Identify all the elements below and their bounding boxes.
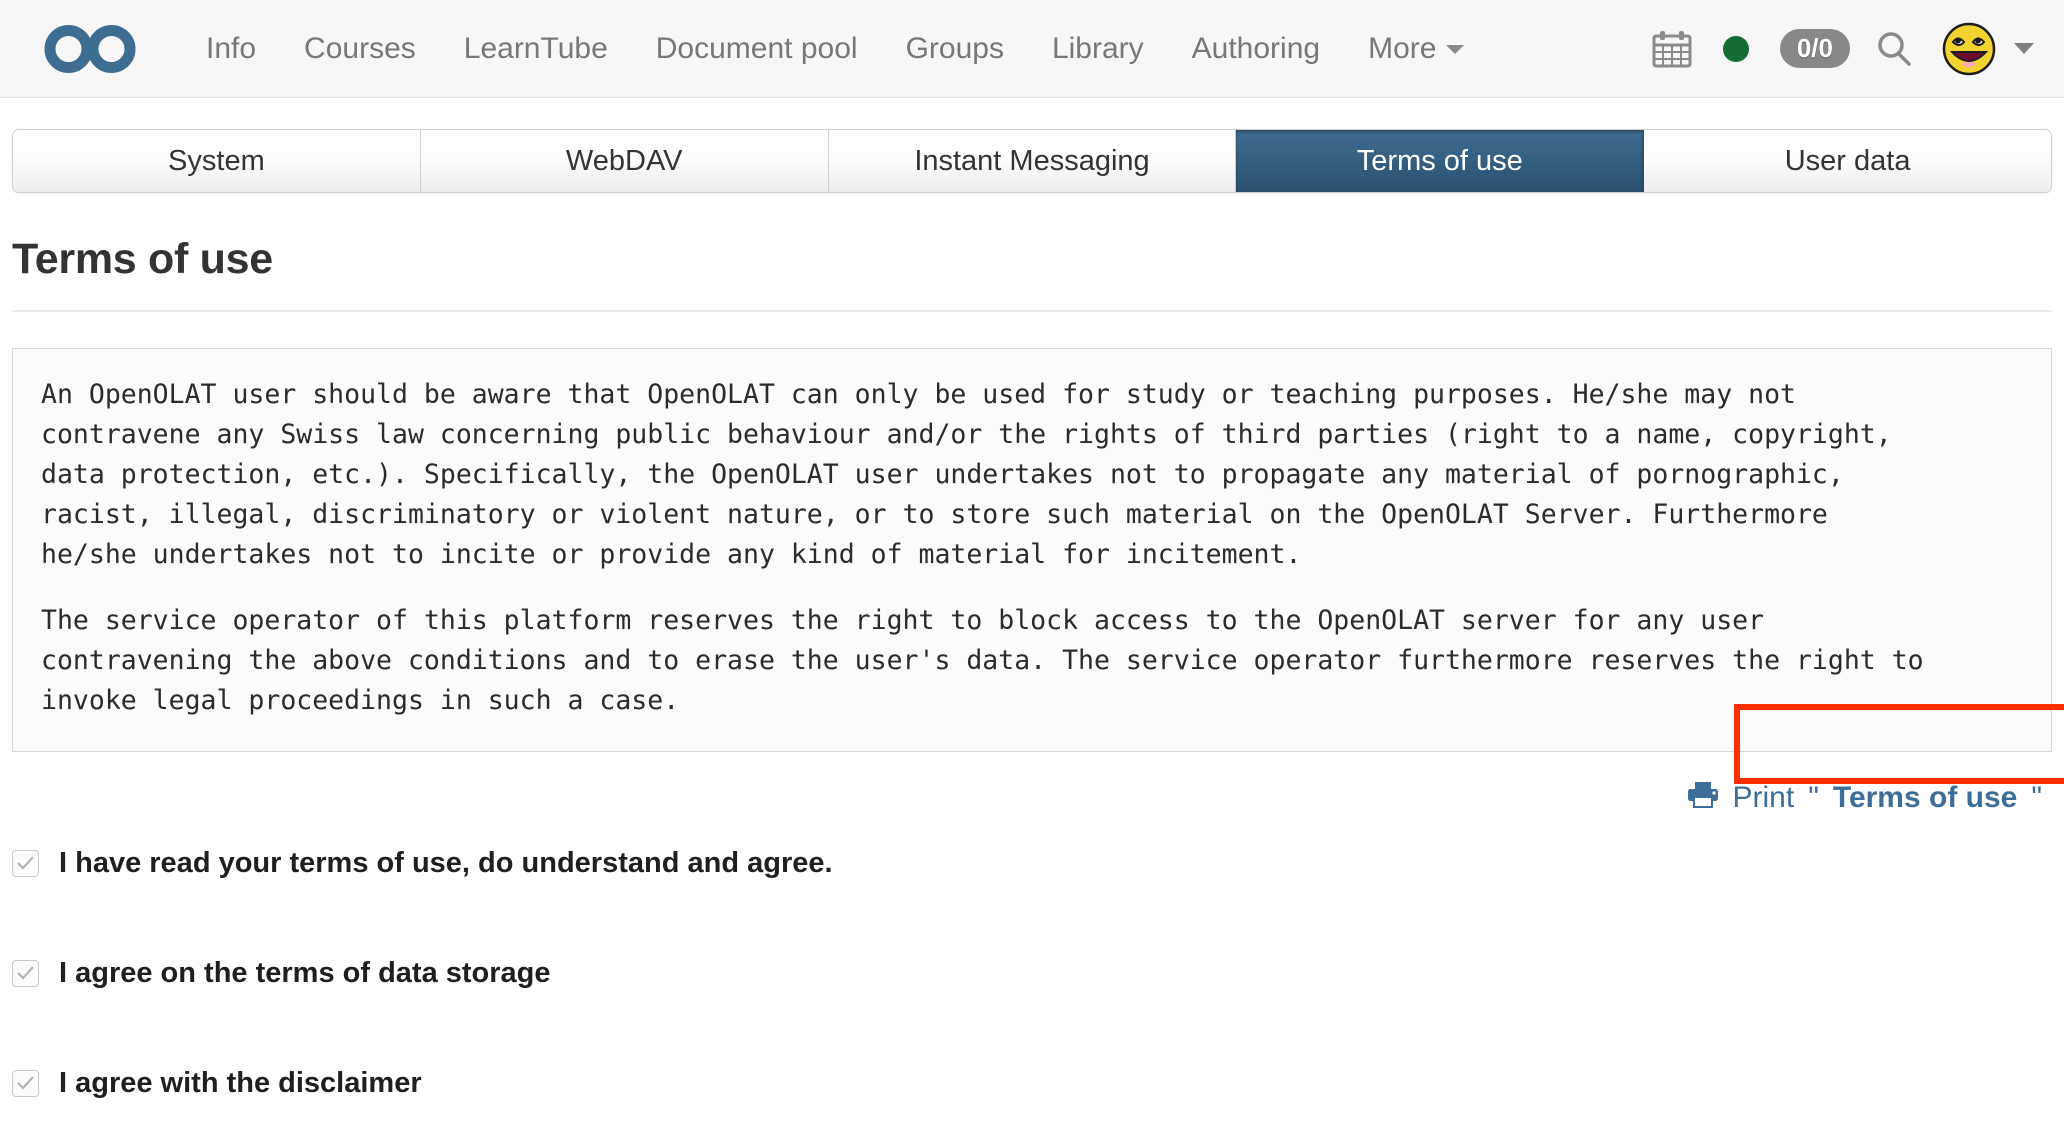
nav-item-groups[interactable]: Groups [882,33,1028,64]
tab-terms-of-use[interactable]: Terms of use [1236,130,1645,192]
nav-item-info[interactable]: Info [182,33,280,64]
print-terms-of-use-link[interactable]: Print " Terms of use " [1687,780,2042,816]
print-link-quote-open: " [1808,781,1819,814]
nav-item-more[interactable]: More [1344,31,1488,65]
terms-paragraph-2: The service operator of this platform re… [41,605,1924,716]
checkbox-row-disclaimer[interactable]: I agree with the disclaimer [12,1060,2052,1106]
terms-of-use-text-box: An OpenOLAT user should be aware that Op… [12,348,2052,752]
online-status-dot[interactable] [1704,17,1768,81]
printer-icon [1687,780,1719,816]
checkbox-terms-of-use[interactable] [12,849,39,877]
header-tools: 0/0 [1640,17,2038,81]
checkbox-label-terms-of-use: I have read your terms of use, do unders… [59,846,833,879]
page-title: Terms of use [12,235,273,283]
checkmark-icon [17,1076,34,1090]
calendar-icon[interactable] [1640,17,1704,81]
nav-item-document-pool[interactable]: Document pool [632,33,882,64]
top-header-bar: Info Courses LearnTube Document pool Gro… [0,0,2064,98]
infinity-logo[interactable] [42,19,138,79]
checkbox-data-storage[interactable] [12,959,39,987]
title-divider [12,310,2052,312]
nav-item-library[interactable]: Library [1028,33,1168,64]
main-content: Terms of use An OpenOLAT user should be … [0,235,2064,1122]
print-link-target: Terms of use [1832,781,2018,814]
status-indicator [1722,35,1749,62]
print-link-row: Print " Terms of use " [12,704,2064,832]
checkbox-label-disclaimer: I agree with the disclaimer [59,1066,422,1099]
nav-item-courses[interactable]: Courses [280,33,440,64]
user-avatar-smiley[interactable] [1942,22,1996,76]
checkmark-icon [17,966,34,980]
main-navigation: Info Courses LearnTube Document pool Gro… [182,31,1640,65]
tab-user-data[interactable]: User data [1644,130,2051,192]
chevron-down-icon [1446,45,1465,55]
checkbox-row-terms-of-use[interactable]: I have read your terms of use, do unders… [12,840,2052,886]
tab-system[interactable]: System [13,130,421,192]
tab-instant-messaging[interactable]: Instant Messaging [828,130,1237,192]
settings-tab-bar: System WebDAV Instant Messaging Terms of… [12,129,2052,193]
print-link-quote-close: " [2031,781,2042,814]
print-link-prefix: Print [1732,781,1795,814]
agreement-checkbox-list: I have read your terms of use, do unders… [12,840,2052,1106]
user-menu-chevron-down-icon[interactable] [2014,43,2034,54]
checkbox-row-data-storage[interactable]: I agree on the terms of data storage [12,950,2052,996]
tab-webdav[interactable]: WebDAV [420,130,829,192]
checkbox-disclaimer[interactable] [12,1069,39,1097]
nav-item-learntube[interactable]: LearnTube [440,33,632,64]
checkbox-label-data-storage: I agree on the terms of data storage [59,956,551,989]
checkmark-icon [17,856,34,870]
terms-paragraph-1: An OpenOLAT user should be aware that Op… [41,379,1892,570]
nav-item-more-label: More [1368,31,1437,65]
instant-messaging-badge[interactable]: 0/0 [1779,28,1850,69]
nav-item-authoring[interactable]: Authoring [1168,33,1344,64]
search-icon[interactable] [1862,17,1926,81]
